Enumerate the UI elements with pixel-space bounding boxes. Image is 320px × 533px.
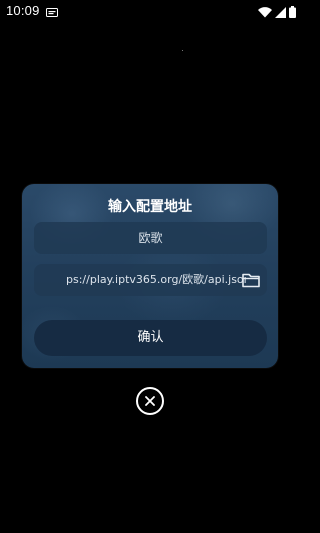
screen: 10:09 输入配置地址 欧歌 ps://play.iptv365.org/欧歌… (0, 0, 300, 533)
config-url-value: ps://play.iptv365.org/欧歌/api.json (66, 273, 246, 286)
status-bar: 10:09 (0, 0, 300, 24)
status-icons (258, 4, 296, 20)
cell-signal-icon (275, 6, 286, 18)
status-time: 10:09 (6, 3, 40, 18)
close-button[interactable] (136, 387, 164, 415)
battery-icon (289, 6, 296, 18)
config-name-value: 欧歌 (138, 231, 163, 245)
wifi-icon (258, 6, 272, 18)
background-dot (182, 50, 183, 51)
folder-icon[interactable] (242, 272, 260, 288)
close-icon (145, 396, 155, 406)
confirm-button[interactable]: 确认 (34, 320, 267, 356)
config-dialog: 输入配置地址 欧歌 ps://play.iptv365.org/欧歌/api.j… (22, 184, 278, 368)
notification-icon (46, 8, 58, 17)
dialog-title: 输入配置地址 (108, 199, 192, 215)
config-name-field[interactable]: 欧歌 (34, 222, 267, 254)
config-url-field[interactable]: ps://play.iptv365.org/欧歌/api.json (34, 264, 267, 296)
